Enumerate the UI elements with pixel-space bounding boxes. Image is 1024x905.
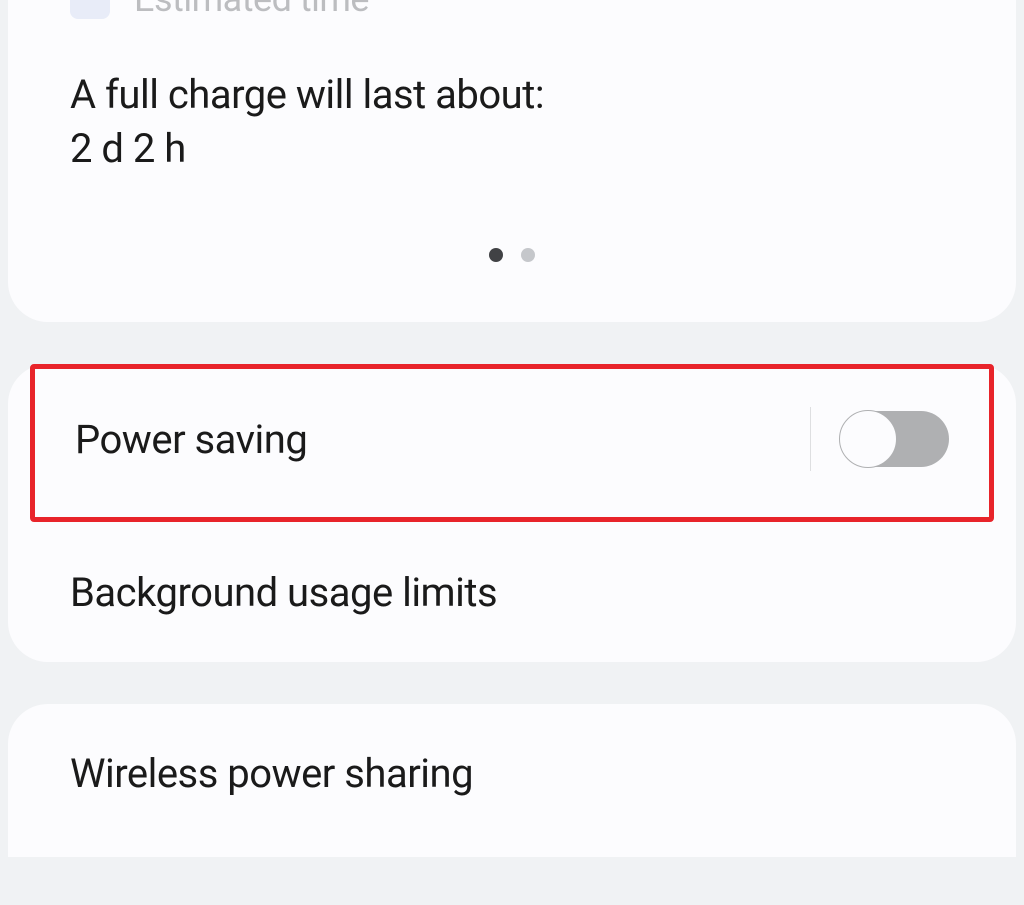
pagination-dot-inactive[interactable] <box>521 248 535 262</box>
power-saving-toggle[interactable] <box>841 411 949 467</box>
pagination-dot-active[interactable] <box>489 248 503 262</box>
pagination-dots[interactable] <box>8 248 1016 262</box>
power-settings-card: Power saving Background usage limits <box>8 364 1016 662</box>
power-saving-item[interactable]: Power saving <box>30 364 994 522</box>
background-limits-label: Background usage limits <box>70 569 497 616</box>
wireless-sharing-label: Wireless power sharing <box>70 750 473 797</box>
wireless-sharing-card: Wireless power sharing <box>8 704 1016 857</box>
charge-duration: 2 d 2 h <box>70 122 954 176</box>
toggle-container <box>810 407 950 471</box>
estimated-time-label: Estimated time <box>134 0 369 20</box>
toggle-knob <box>839 410 897 468</box>
battery-info-card: Estimated time A full charge will last a… <box>8 0 1016 322</box>
charge-description: A full charge will last about: <box>70 68 954 122</box>
power-saving-label: Power saving <box>75 416 307 463</box>
vertical-divider <box>810 407 812 471</box>
estimated-time-row: Estimated time <box>8 0 1016 20</box>
charge-info: A full charge will last about: 2 d 2 h <box>8 68 1016 176</box>
clock-icon <box>70 0 110 19</box>
wireless-sharing-item[interactable]: Wireless power sharing <box>8 750 1016 797</box>
background-limits-item[interactable]: Background usage limits <box>8 522 1016 662</box>
